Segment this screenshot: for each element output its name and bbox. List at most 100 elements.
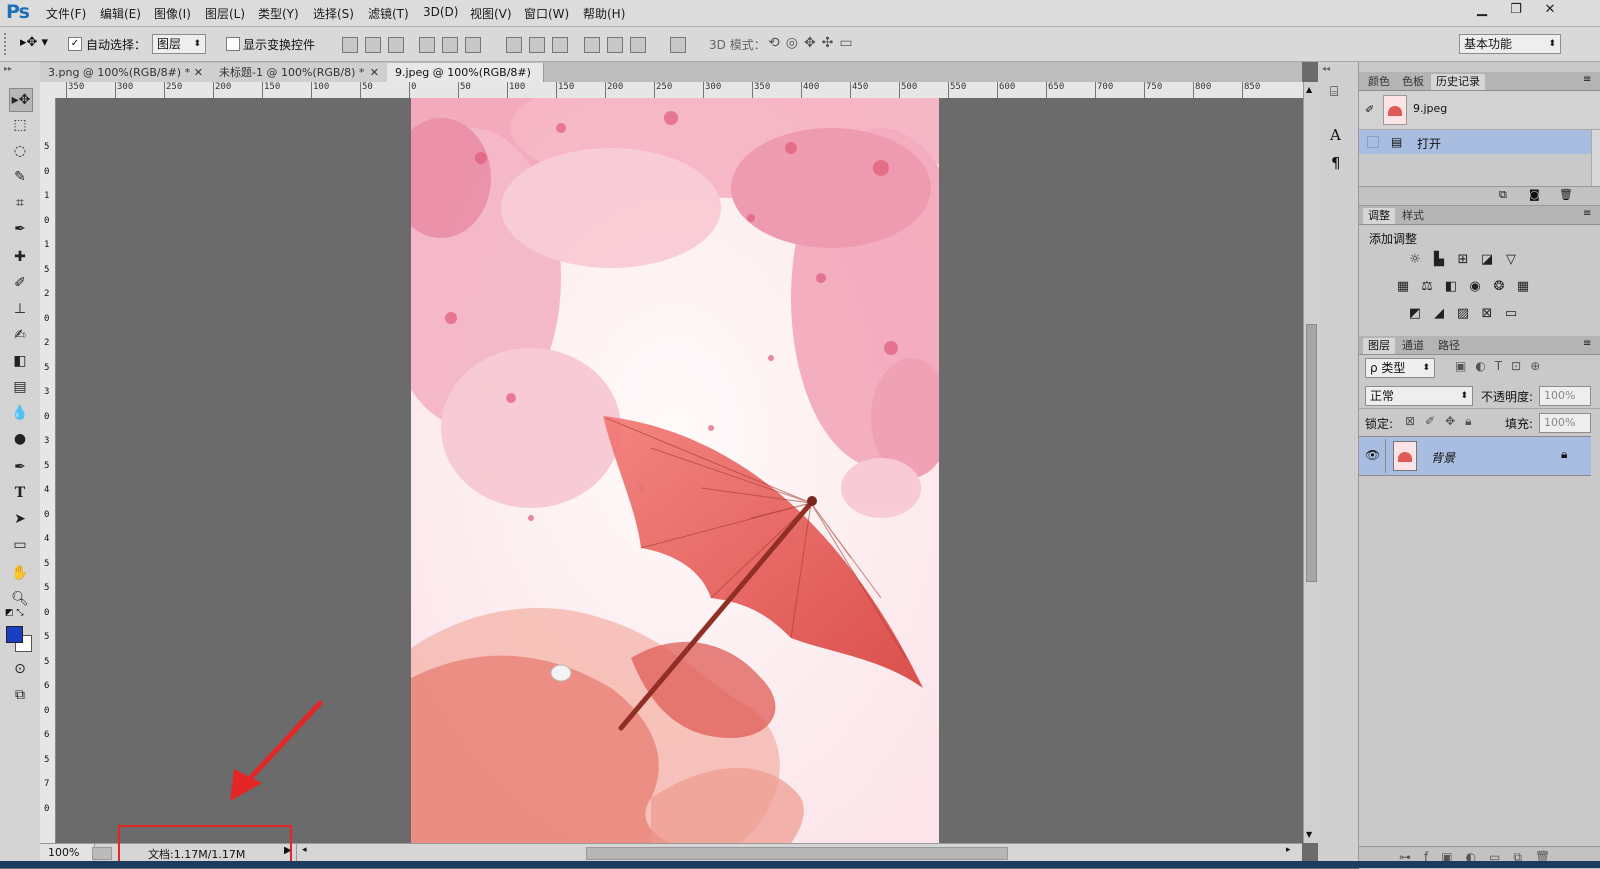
- distribute-bottom-icon[interactable]: [552, 37, 568, 53]
- posterize-icon[interactable]: ◢: [1431, 306, 1447, 322]
- toolbar-collapse-icon[interactable]: ▸▸: [4, 64, 12, 73]
- vertical-ruler[interactable]: 5 0 1 0 1 5 2 0 2 5 3 0 3 5 4 0 4 5 5 0 5 5 6 0 6 5 7 0: [40, 98, 56, 843]
- opacity-input[interactable]: 100%: [1539, 386, 1591, 406]
- eyedropper-tool-icon[interactable]: ✒: [9, 218, 31, 240]
- tab-untitled-1[interactable]: 未标题-1 @ 100%(RGB/8) * ✕: [211, 63, 388, 82]
- workspace-dropdown[interactable]: 基本功能 ⬍: [1459, 34, 1561, 54]
- scroll-right-icon[interactable]: ▸: [1286, 845, 1291, 855]
- pen-tool-icon[interactable]: ✒: [9, 456, 31, 478]
- tab-paths[interactable]: 路径: [1433, 338, 1465, 354]
- layer-filter-dropdown[interactable]: ρ 类型 ⬍: [1365, 358, 1435, 378]
- vibrance-icon[interactable]: ▽: [1503, 252, 1519, 268]
- history-scrollbar[interactable]: [1591, 130, 1600, 186]
- minimize-button[interactable]: ▁: [1466, 0, 1498, 20]
- distribute-top-icon[interactable]: [506, 37, 522, 53]
- show-transform-checkbox[interactable]: [226, 36, 240, 51]
- quick-select-tool-icon[interactable]: ✎: [9, 166, 31, 188]
- tab-adjustments[interactable]: 调整: [1363, 208, 1395, 224]
- invert-icon[interactable]: ◩: [1407, 306, 1423, 322]
- distribute-hcenter-icon[interactable]: [607, 37, 623, 53]
- align-bottom-icon[interactable]: [388, 37, 404, 53]
- crop-tool-icon[interactable]: ⌗: [9, 192, 31, 214]
- channel-mixer-icon[interactable]: ❂: [1491, 279, 1507, 295]
- tab-history[interactable]: 历史记录: [1431, 74, 1485, 90]
- exposure-icon[interactable]: ◪: [1479, 252, 1495, 268]
- threshold-icon[interactable]: ▨: [1455, 306, 1471, 322]
- panel-menu-icon[interactable]: ≡: [1583, 338, 1591, 349]
- camera-snapshot-icon[interactable]: ◙: [1529, 188, 1540, 201]
- align-right-icon[interactable]: [465, 37, 481, 53]
- distribute-left-icon[interactable]: [584, 37, 600, 53]
- black-white-icon[interactable]: ◧: [1443, 279, 1459, 295]
- photo-filter-icon[interactable]: ◉: [1467, 279, 1483, 295]
- auto-select-check[interactable]: ✓: [68, 36, 82, 51]
- auto-select-dropdown[interactable]: 图层 ⬍: [152, 34, 206, 54]
- layer-row-background[interactable]: 👁︎ 背景 🔒︎: [1359, 436, 1591, 476]
- tab-9-jpeg[interactable]: 9.jpeg @ 100%(RGB/8#) ✕: [387, 63, 544, 98]
- panel-menu-icon[interactable]: ≡: [1583, 208, 1591, 219]
- screen-mode-icon[interactable]: ⧉: [9, 684, 31, 706]
- gradient-map-icon[interactable]: ▭: [1503, 306, 1519, 322]
- selective-color-icon[interactable]: ⊠: [1479, 306, 1495, 322]
- curves-icon[interactable]: ⊞: [1455, 252, 1471, 268]
- scroll-up-icon[interactable]: ▲: [1306, 85, 1312, 94]
- layer-name[interactable]: 背景: [1431, 449, 1455, 466]
- blend-mode-dropdown[interactable]: 正常 ⬍: [1365, 386, 1473, 406]
- tab-color[interactable]: 颜色: [1363, 74, 1395, 90]
- tab-channels[interactable]: 通道: [1397, 338, 1429, 354]
- scroll-down-icon[interactable]: ▼: [1306, 830, 1312, 839]
- tab-layers[interactable]: 图层: [1363, 338, 1395, 354]
- blur-tool-icon[interactable]: 💧: [9, 402, 31, 424]
- gradient-tool-icon[interactable]: ▤: [9, 376, 31, 398]
- clone-stamp-tool-icon[interactable]: ⊥: [9, 298, 31, 320]
- document-canvas[interactable]: [411, 98, 939, 843]
- menu-view[interactable]: 视图(V): [470, 5, 512, 22]
- marquee-tool-icon[interactable]: ⬚: [9, 114, 31, 136]
- default-colors-icon[interactable]: ◩ ⤡: [5, 608, 24, 618]
- fill-input[interactable]: 100%: [1539, 413, 1591, 433]
- history-item-open[interactable]: ▤ 打开: [1359, 130, 1591, 154]
- menu-type[interactable]: 类型(Y): [258, 5, 299, 22]
- layer-filter-icons[interactable]: ▣◐T⊡⊕: [1455, 359, 1549, 373]
- eraser-tool-icon[interactable]: ◧: [9, 350, 31, 372]
- menu-3d[interactable]: 3D(D): [423, 5, 458, 19]
- 3d-mode-icons[interactable]: ⟲◎✥✣▭: [768, 35, 859, 51]
- history-state-icon[interactable]: [1367, 136, 1379, 148]
- align-hcenter-icon[interactable]: [442, 37, 458, 53]
- menu-select[interactable]: 选择(S): [313, 5, 354, 22]
- hue-saturation-icon[interactable]: ▦: [1395, 279, 1411, 295]
- dock-collapse-icon[interactable]: ◂◂: [1322, 64, 1330, 73]
- menu-help[interactable]: 帮助(H): [583, 5, 625, 22]
- tab-3-png[interactable]: 3.png @ 100%(RGB/8#) * ✕: [40, 63, 212, 82]
- new-document-from-state-icon[interactable]: ⧉: [1499, 188, 1507, 202]
- scroll-left-icon[interactable]: ◂: [302, 845, 307, 855]
- dodge-tool-icon[interactable]: ●: [9, 428, 31, 450]
- healing-brush-tool-icon[interactable]: ✚: [9, 246, 31, 268]
- tab-close-icon[interactable]: ✕: [370, 63, 379, 82]
- color-lookup-icon[interactable]: ▦: [1515, 279, 1531, 295]
- quick-mask-icon[interactable]: ⊙: [9, 658, 31, 680]
- brush-tool-icon[interactable]: ✐: [9, 272, 31, 294]
- levels-icon[interactable]: ▙: [1431, 252, 1447, 268]
- type-tool-icon[interactable]: T: [9, 482, 31, 504]
- align-top-icon[interactable]: [342, 37, 358, 53]
- distribute-vcenter-icon[interactable]: [529, 37, 545, 53]
- auto-select-checkbox[interactable]: ✓: [68, 36, 82, 51]
- zoom-tool-icon[interactable]: 🔍︎: [9, 588, 31, 610]
- history-brush-source-icon[interactable]: ✐: [1365, 103, 1374, 116]
- brightness-contrast-icon[interactable]: ☼: [1407, 252, 1423, 268]
- menu-filter[interactable]: 滤镜(T): [368, 5, 409, 22]
- align-vcenter-icon[interactable]: [365, 37, 381, 53]
- zoom-level-field[interactable]: 100%: [40, 844, 95, 862]
- panel-menu-icon[interactable]: ≡: [1583, 74, 1591, 85]
- menu-image[interactable]: 图像(I): [154, 5, 191, 22]
- lasso-tool-icon[interactable]: ◌: [9, 140, 31, 162]
- paragraph-panel-icon[interactable]: ¶: [1331, 154, 1341, 172]
- options-grip[interactable]: [4, 33, 9, 55]
- menu-layer[interactable]: 图层(L): [205, 5, 245, 22]
- history-panel-icon[interactable]: ⌸: [1330, 84, 1338, 100]
- tab-swatches[interactable]: 色板: [1397, 74, 1429, 90]
- move-tool-preset-icon[interactable]: ▸✥ ▾: [20, 35, 48, 50]
- color-balance-icon[interactable]: ⚖: [1419, 279, 1435, 295]
- auto-align-icon[interactable]: [670, 37, 686, 53]
